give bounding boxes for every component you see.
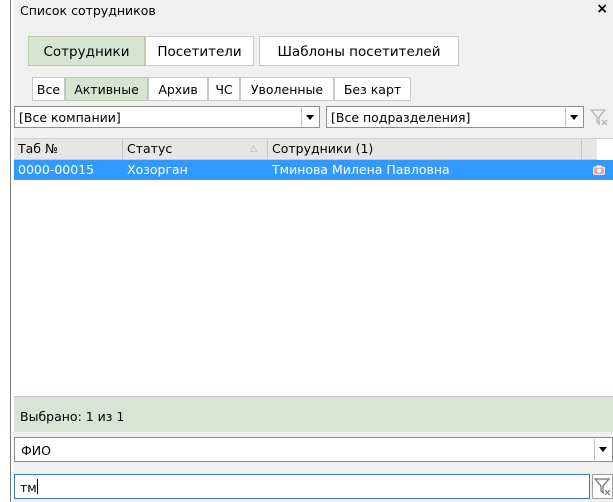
tab-visitor-templates[interactable]: Шаблоны посетителей — [259, 36, 459, 66]
cell-tab-no: 0000-00015 — [18, 162, 95, 177]
camera-icon[interactable] — [593, 164, 605, 175]
window-title: Список сотрудников — [20, 3, 156, 18]
department-select-value: [Все подразделения] — [331, 110, 471, 125]
chevron-down-icon[interactable] — [565, 108, 582, 126]
window-left-border — [10, 0, 11, 502]
cell-status: Хозорган — [127, 162, 188, 177]
subtab-archive[interactable]: Архив — [148, 77, 208, 101]
column-header-employees[interactable]: Сотрудники (1) — [268, 139, 582, 159]
table-row[interactable]: 0000-00015 Хозорган Тминова Милена Павло… — [14, 160, 613, 180]
company-select[interactable]: [Все компании] — [14, 106, 320, 128]
column-header-status[interactable]: Статус △ — [123, 139, 268, 159]
subtab-active[interactable]: Активные — [65, 77, 148, 101]
title-bar: Список сотрудников × — [14, 0, 613, 20]
search-input[interactable]: тм — [14, 474, 590, 499]
text-caret — [37, 479, 38, 494]
tab-employees[interactable]: Сотрудники — [28, 36, 145, 66]
selection-count: Выбрано: 1 из 1 — [20, 409, 125, 424]
column-header-status-label: Статус — [127, 141, 173, 156]
clear-filter-icon[interactable] — [588, 106, 610, 128]
selection-status-bar: Выбрано: 1 из 1 — [14, 396, 613, 432]
search-input-value: тм — [20, 480, 37, 495]
search-field-select[interactable]: ФИО — [14, 437, 613, 462]
subtab-no-cards[interactable]: Без карт — [334, 77, 411, 101]
column-header-tab-no[interactable]: Таб № — [14, 139, 123, 159]
employees-table: Таб № Статус △ Сотрудники (1) 0000-00015… — [14, 138, 613, 396]
search-filter-button[interactable] — [592, 474, 613, 499]
chevron-down-icon[interactable] — [301, 108, 318, 126]
subtab-all[interactable]: Все — [32, 77, 65, 101]
subtab-blacklist[interactable]: ЧС — [208, 77, 240, 101]
sort-ascending-icon: △ — [250, 144, 257, 154]
subtab-dismissed[interactable]: Уволенные — [240, 77, 334, 101]
filter-icon — [593, 478, 611, 496]
employee-list-panel: Список сотрудников × Сотрудники Посетите… — [14, 0, 613, 502]
cell-name: Тминова Милена Павловна — [272, 162, 450, 177]
chevron-down-icon[interactable] — [594, 439, 611, 460]
table-header: Таб № Статус △ Сотрудники (1) — [14, 139, 597, 160]
department-select[interactable]: [Все подразделения] — [326, 106, 584, 128]
close-icon[interactable]: × — [596, 1, 608, 17]
search-field-value: ФИО — [21, 443, 51, 458]
tab-visitors[interactable]: Посетители — [145, 36, 254, 66]
company-select-value: [Все компании] — [19, 110, 121, 125]
